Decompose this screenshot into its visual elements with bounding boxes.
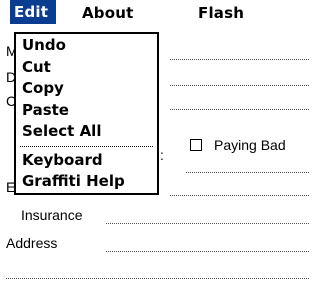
- field-line-4[interactable]: [186, 172, 309, 173]
- address-field-line-1[interactable]: [106, 251, 309, 252]
- menu-bar: Edit About Flash: [0, 0, 323, 26]
- menu-item-graffiti-help[interactable]: Graffiti Help: [16, 171, 157, 193]
- menu-separator: [20, 145, 153, 147]
- menu-about[interactable]: About: [82, 2, 134, 24]
- address-row: Address: [0, 232, 323, 254]
- menu-item-undo[interactable]: Undo: [16, 35, 157, 57]
- form-label-partial-colon: :: [160, 147, 164, 163]
- address-row-2: [0, 256, 323, 279]
- menu-edit[interactable]: Edit: [10, 0, 57, 24]
- insurance-row: Insurance: [0, 204, 323, 226]
- field-line-3[interactable]: [170, 109, 309, 110]
- menu-item-cut[interactable]: Cut: [16, 57, 157, 79]
- field-line-2[interactable]: [170, 85, 309, 86]
- insurance-field[interactable]: [106, 223, 309, 224]
- insurance-label: Insurance: [21, 207, 83, 223]
- menu-item-keyboard[interactable]: Keyboard: [16, 150, 157, 172]
- field-line-1[interactable]: [170, 59, 309, 60]
- address-field-line-2[interactable]: [6, 278, 309, 279]
- menu-item-copy[interactable]: Copy: [16, 78, 157, 100]
- menu-flash[interactable]: Flash: [198, 2, 244, 24]
- menu-item-paste[interactable]: Paste: [16, 100, 157, 122]
- field-line-5[interactable]: [170, 195, 309, 196]
- menu-item-select-all[interactable]: Select All: [16, 121, 157, 143]
- edit-dropdown-menu: Undo Cut Copy Paste Select All Keyboard …: [14, 32, 159, 195]
- address-label: Address: [6, 235, 58, 251]
